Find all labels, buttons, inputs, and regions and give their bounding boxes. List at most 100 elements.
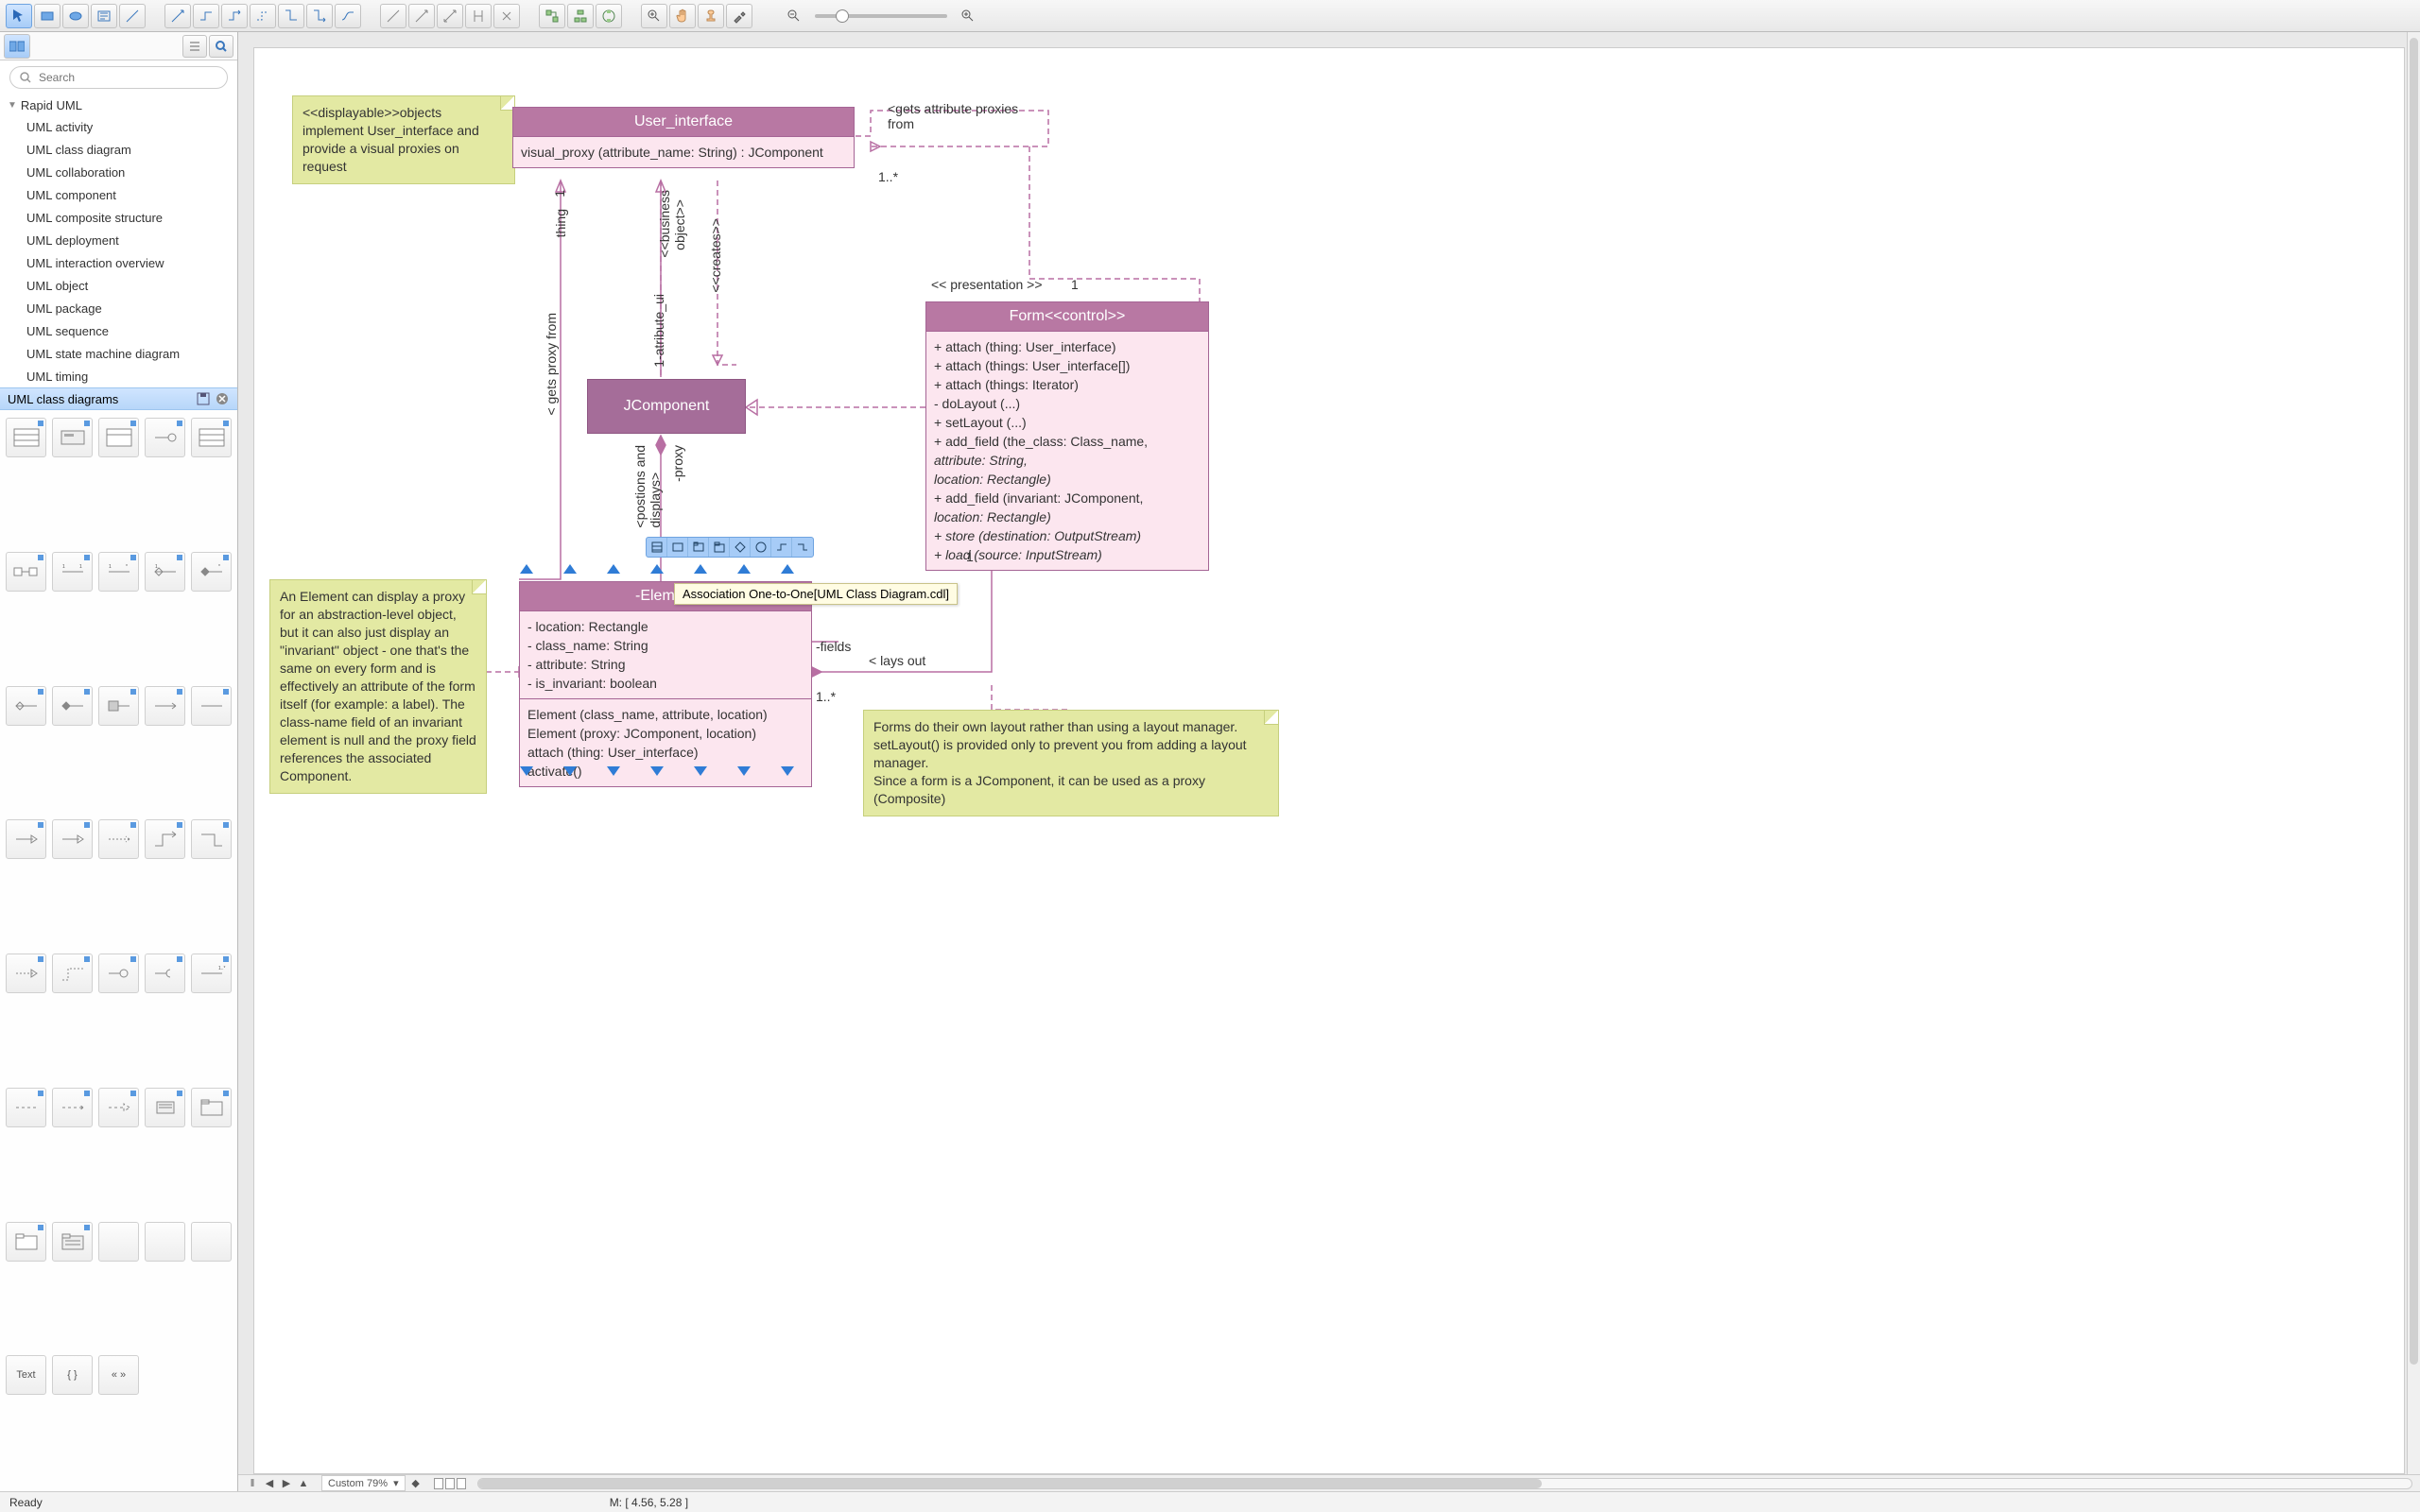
shape-assoc4[interactable]: 1 <box>145 552 185 592</box>
floating-palette[interactable] <box>646 537 814 558</box>
tree-item[interactable]: UML composite structure <box>0 207 237 230</box>
shape-b2[interactable] <box>52 954 93 993</box>
line-tool[interactable] <box>119 4 146 28</box>
shape-class2[interactable] <box>52 418 93 457</box>
shape-text[interactable]: Text <box>6 1355 46 1395</box>
align1-tool[interactable] <box>380 4 406 28</box>
sel-marker[interactable] <box>694 766 707 776</box>
eyedrop-tool[interactable] <box>726 4 752 28</box>
shape-arr5[interactable] <box>191 686 232 726</box>
shape-arr3[interactable] <box>98 686 139 726</box>
shape-arrows[interactable]: « » <box>98 1355 139 1395</box>
shape-dep5[interactable] <box>191 819 232 859</box>
close-lib-icon[interactable] <box>215 391 230 406</box>
align3-tool[interactable] <box>437 4 463 28</box>
note-displayable[interactable]: <<displayable>>objects implement User_in… <box>292 95 515 184</box>
conn2-tool[interactable] <box>193 4 219 28</box>
pause-icon[interactable]: ‖ <box>246 1477 259 1490</box>
tree-item[interactable]: UML activity <box>0 116 237 139</box>
sel-marker[interactable] <box>650 564 664 574</box>
tree-item[interactable]: UML state machine diagram <box>0 343 237 366</box>
note-element[interactable]: An Element can display a proxy for an ab… <box>269 579 487 794</box>
sel-marker[interactable] <box>607 766 620 776</box>
page-thumbnails[interactable] <box>434 1478 466 1489</box>
text-tool[interactable] <box>91 4 117 28</box>
shape-c5[interactable] <box>191 1088 232 1127</box>
library-tab[interactable] <box>4 34 30 59</box>
shape-assoc2[interactable]: 11 <box>52 552 93 592</box>
palette-btn[interactable] <box>647 538 667 557</box>
shape-arr2[interactable] <box>52 686 93 726</box>
sel-marker[interactable] <box>737 564 751 574</box>
tree-item[interactable]: UML object <box>0 275 237 298</box>
class-element[interactable]: -Element - location: Rectangle - class_n… <box>519 581 812 787</box>
pointer-tool[interactable] <box>6 4 32 28</box>
search-tab[interactable] <box>209 35 233 58</box>
hand-tool[interactable] <box>669 4 696 28</box>
conn3-tool[interactable] <box>221 4 248 28</box>
conn1-tool[interactable] <box>164 4 191 28</box>
zoom-combo[interactable]: Custom 79% ▾ <box>321 1475 406 1491</box>
conn4-tool[interactable] <box>250 4 276 28</box>
zoom-slider[interactable] <box>815 14 947 18</box>
tree-item[interactable]: UML package <box>0 298 237 320</box>
conn6-tool[interactable] <box>306 4 333 28</box>
prev-page-icon[interactable]: ▶ <box>280 1477 293 1490</box>
canvas[interactable]: <<displayable>>objects implement User_in… <box>253 47 2405 1474</box>
shape-dep1[interactable] <box>6 819 46 859</box>
align5-tool[interactable] <box>493 4 520 28</box>
shape-b1[interactable] <box>6 954 46 993</box>
tree-item[interactable]: UML sequence <box>0 320 237 343</box>
class-form[interactable]: Form<<control>> + attach (thing: User_in… <box>925 301 1209 571</box>
sel-marker[interactable] <box>650 766 664 776</box>
sel-marker[interactable] <box>781 766 794 776</box>
zoom-in-tool[interactable] <box>641 4 667 28</box>
search-input[interactable] <box>9 66 228 89</box>
stamp-tool[interactable] <box>698 4 724 28</box>
shape-interface[interactable] <box>145 418 185 457</box>
shape-b5[interactable]: 1..* <box>191 954 232 993</box>
shape-c2[interactable] <box>52 1088 93 1127</box>
sel-marker[interactable] <box>520 564 533 574</box>
shape-d4[interactable] <box>145 1222 185 1262</box>
palette-btn[interactable] <box>792 538 813 557</box>
vscroll-thumb[interactable] <box>2410 38 2418 1365</box>
palette-btn[interactable] <box>688 538 709 557</box>
shape-c3[interactable] <box>98 1088 139 1127</box>
next-page-icon[interactable]: ▲ <box>297 1477 310 1490</box>
list-view-tab[interactable] <box>182 35 207 58</box>
palette-btn[interactable] <box>730 538 751 557</box>
layout2-tool[interactable] <box>567 4 594 28</box>
tree-item[interactable]: UML collaboration <box>0 162 237 184</box>
shape-b3[interactable] <box>98 954 139 993</box>
rect-tool[interactable] <box>34 4 60 28</box>
shape-d3[interactable] <box>98 1222 139 1262</box>
align4-tool[interactable] <box>465 4 492 28</box>
sel-marker[interactable] <box>563 766 577 776</box>
class-user-interface[interactable]: User_interface visual_proxy (attribute_n… <box>512 107 855 168</box>
shape-assoc3[interactable]: 1* <box>98 552 139 592</box>
zoom-slider-thumb[interactable] <box>836 9 849 23</box>
shape-d1[interactable] <box>6 1222 46 1262</box>
sel-marker[interactable] <box>737 766 751 776</box>
conn5-tool[interactable] <box>278 4 304 28</box>
align2-tool[interactable] <box>408 4 435 28</box>
zoom-out-icon[interactable] <box>781 4 807 28</box>
palette-btn[interactable] <box>709 538 730 557</box>
sel-marker[interactable] <box>781 564 794 574</box>
shape-c4[interactable] <box>145 1088 185 1127</box>
shape-dep4[interactable] <box>145 819 185 859</box>
hscroll-thumb[interactable] <box>478 1479 1542 1488</box>
shape-bracket[interactable]: { } <box>52 1355 93 1395</box>
shape-dep2[interactable] <box>52 819 93 859</box>
tree-item[interactable]: UML timing <box>0 366 237 387</box>
shape-assoc1[interactable] <box>6 552 46 592</box>
shape-arr4[interactable] <box>145 686 185 726</box>
tree-item[interactable]: UML interaction overview <box>0 252 237 275</box>
palette-btn[interactable] <box>751 538 771 557</box>
first-page-icon[interactable]: ◀ <box>263 1477 276 1490</box>
shape-class[interactable] <box>6 418 46 457</box>
shape-assoc5[interactable]: * <box>191 552 232 592</box>
save-lib-icon[interactable] <box>196 391 211 406</box>
sel-marker[interactable] <box>607 564 620 574</box>
